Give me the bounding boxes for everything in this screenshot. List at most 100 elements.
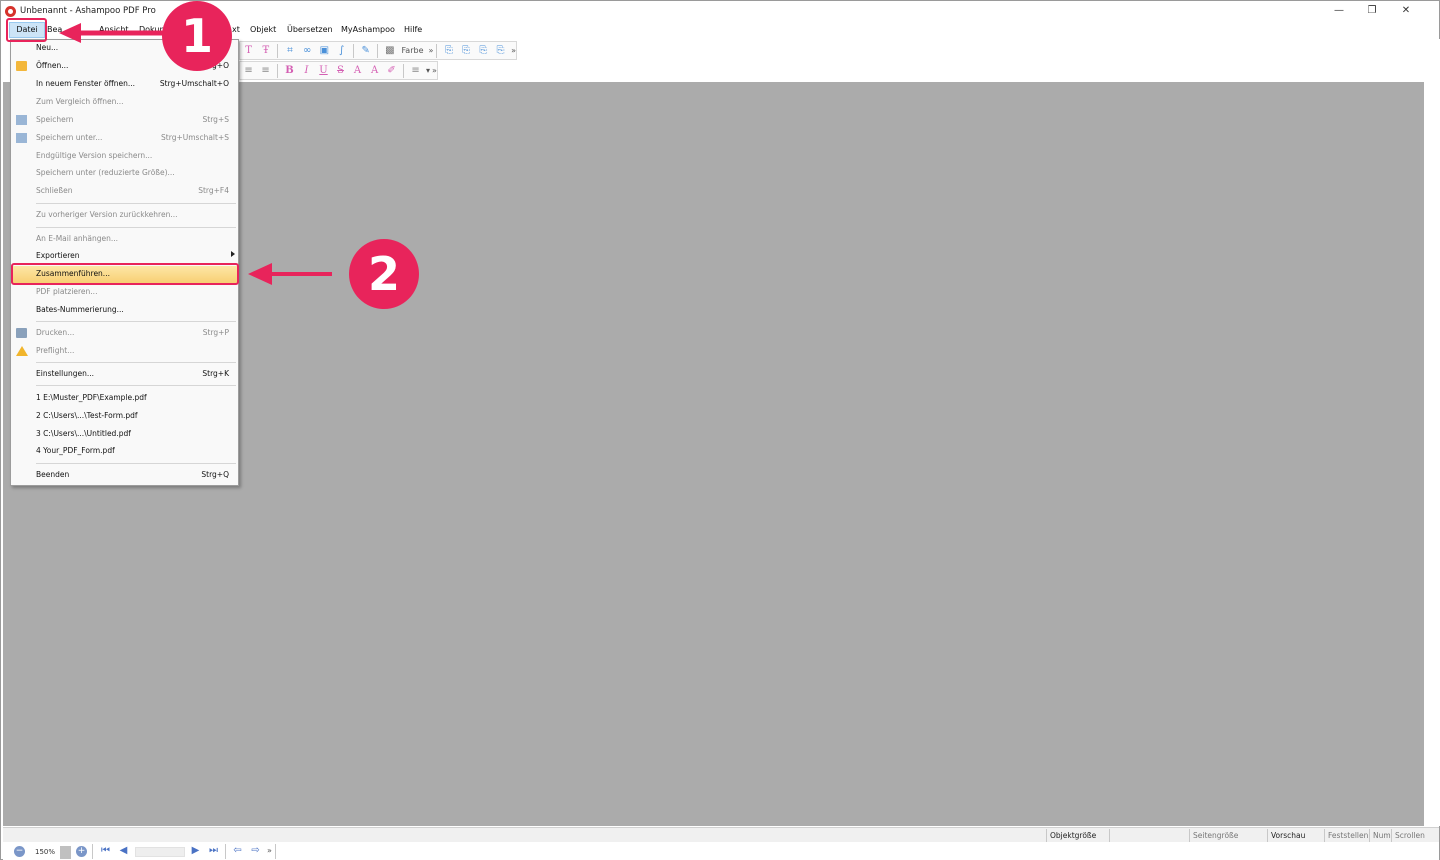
app-window: Unbenannt - Ashampoo PDF Pro — ❐ ✕ Datei…	[0, 0, 1440, 860]
menu-item-einstellungen[interactable]: Einstellungen... Strg+K	[11, 366, 238, 383]
zoom-in-icon[interactable]: +	[76, 846, 87, 857]
menu-separator	[36, 321, 236, 322]
bold-icon[interactable]: B	[283, 64, 296, 78]
menu-uebersetzen[interactable]: Übersetzen	[287, 24, 333, 36]
status-objektgroesse: Objektgröße	[1046, 829, 1109, 842]
menu-item-label: 1 E:\Muster_PDF\Example.pdf	[36, 393, 147, 402]
zoom-out-icon[interactable]: −	[14, 846, 25, 857]
navigation-bar: − 150% + ⏮ ◀ ▶ ⏭ ⇦ ⇨ »	[3, 842, 1439, 860]
menu-myashampoo[interactable]: MyAshampoo	[341, 24, 395, 36]
save-icon	[16, 115, 27, 125]
menu-item-recent-4[interactable]: 4 Your_PDF_Form.pdf	[11, 443, 238, 460]
close-button[interactable]: ✕	[1395, 4, 1417, 18]
submenu-arrow-icon	[231, 251, 235, 257]
line-spacing-icon[interactable]: ≡	[409, 64, 422, 78]
toolbar-separator	[403, 63, 405, 78]
menu-separator	[36, 203, 236, 204]
menu-item-beenden[interactable]: Beenden Strg+Q	[11, 467, 238, 484]
status-vorschau: Vorschau	[1267, 829, 1324, 842]
forward-view-icon[interactable]: ⇨	[250, 845, 261, 856]
menu-text[interactable]: xt	[232, 24, 240, 36]
menu-item-schliessen[interactable]: Schließen Strg+F4	[11, 183, 238, 200]
signature-icon[interactable]: ∫	[335, 44, 348, 58]
menu-item-label: Speichern unter...	[36, 133, 103, 142]
prev-page-icon[interactable]: ◀	[118, 845, 129, 856]
menu-item-vorherige-version[interactable]: Zu vorheriger Version zurückkehren...	[11, 207, 238, 224]
subscript-icon[interactable]: A	[368, 64, 381, 78]
toolbar-separator	[353, 43, 355, 58]
underline-icon[interactable]: U	[317, 64, 330, 78]
toolbar-more-icon[interactable]: »	[511, 46, 516, 55]
italic-icon[interactable]: I	[300, 64, 313, 78]
arrow-step1-icon	[59, 23, 169, 43]
color-swatch-icon[interactable]: ▩	[383, 44, 396, 58]
page-number-input[interactable]	[135, 847, 185, 857]
menu-item-label: Öffnen...	[36, 61, 69, 70]
page-extract-icon[interactable]: ⎘	[460, 44, 473, 58]
restore-button[interactable]: ❐	[1361, 4, 1383, 18]
menu-item-shortcut: Strg+P	[202, 328, 229, 337]
toolbar-more-icon[interactable]: »	[429, 46, 434, 55]
text-insert-icon[interactable]: T	[242, 44, 255, 58]
menu-item-label: An E-Mail anhängen...	[36, 234, 119, 243]
menu-item-preflight[interactable]: Preflight...	[11, 343, 238, 360]
menu-hilfe[interactable]: Hilfe	[404, 24, 422, 36]
folder-icon	[16, 61, 27, 71]
menu-item-shortcut: Strg+K	[202, 369, 229, 378]
menu-item-drucken[interactable]: Drucken... Strg+P	[11, 325, 238, 342]
farbe-button[interactable]: Farbe	[401, 46, 423, 55]
toolbar: T Ŧ ⌗ ∞ ▣ ∫ ✎ ▩ Farbe » ⎘ ⎘ ⎘ ⎘ » ≡ ≡ B …	[239, 40, 529, 82]
menu-objekt[interactable]: Objekt	[250, 24, 276, 36]
page-move-icon[interactable]: ⎘	[477, 44, 490, 58]
next-page-icon[interactable]: ▶	[190, 845, 201, 856]
page-delete-icon[interactable]: ⎘	[494, 44, 507, 58]
highlight-icon[interactable]: ✐	[385, 64, 398, 78]
menu-item-speichern-unter[interactable]: Speichern unter... Strg+Umschalt+S	[11, 130, 238, 147]
menu-item-label: 2 C:\Users\...\Test-Form.pdf	[36, 411, 138, 420]
status-bar: Objektgröße Seitengröße Vorschau Festste…	[3, 827, 1439, 842]
first-page-icon[interactable]: ⏮	[100, 845, 111, 856]
status-empty	[1109, 829, 1189, 842]
menu-item-label: 4 Your_PDF_Form.pdf	[36, 446, 115, 455]
crop-icon[interactable]: ⌗	[283, 44, 296, 58]
align-justify-icon[interactable]: ≡	[259, 64, 272, 78]
menu-item-shortcut: Strg+F4	[198, 186, 229, 195]
zoom-level[interactable]: 150%	[31, 847, 59, 858]
last-page-icon[interactable]: ⏭	[208, 845, 219, 856]
menu-item-endgueltige-version[interactable]: Endgültige Version speichern...	[11, 148, 238, 165]
menu-item-speichern[interactable]: Speichern Strg+S	[11, 112, 238, 129]
menu-item-recent-3[interactable]: 3 C:\Users\...\Untitled.pdf	[11, 426, 238, 443]
status-num: Num	[1369, 829, 1391, 842]
menu-item-recent-1[interactable]: 1 E:\Muster_PDF\Example.pdf	[11, 390, 238, 407]
nav-separator	[225, 844, 226, 859]
back-view-icon[interactable]: ⇦	[232, 845, 243, 856]
menu-item-vergleich[interactable]: Zum Vergleich öffnen...	[11, 94, 238, 111]
toolbar-more-icon[interactable]: »	[432, 66, 437, 75]
menu-item-label: Speichern unter (reduzierte Größe)...	[36, 168, 175, 177]
scrollbar-track[interactable]	[1424, 39, 1440, 826]
align-left-icon[interactable]: ≡	[242, 64, 255, 78]
color-picker-icon[interactable]: ✎	[359, 44, 372, 58]
status-seitengroesse: Seitengröße	[1189, 829, 1267, 842]
menu-item-reduzierte-groesse[interactable]: Speichern unter (reduzierte Größe)...	[11, 165, 238, 182]
menu-item-bates[interactable]: Bates-Nummerierung...	[11, 302, 238, 319]
image-select-icon[interactable]: ▣	[318, 44, 331, 58]
page-insert-icon[interactable]: ⎘	[442, 44, 455, 58]
menu-item-neues-fenster[interactable]: In neuem Fenster öffnen... Strg+Umschalt…	[11, 76, 238, 93]
step-1-badge: 1	[162, 1, 232, 71]
text-edit-icon[interactable]: Ŧ	[259, 44, 272, 58]
nav-more-icon[interactable]: »	[264, 845, 275, 856]
strikethrough-icon[interactable]: S	[334, 64, 347, 78]
link-icon[interactable]: ∞	[301, 44, 314, 58]
minimize-button[interactable]: —	[1328, 4, 1350, 18]
superscript-icon[interactable]: A	[351, 64, 364, 78]
menu-item-recent-2[interactable]: 2 C:\Users\...\Test-Form.pdf	[11, 408, 238, 425]
menu-item-pdf-platzieren[interactable]: PDF platzieren...	[11, 284, 238, 301]
window-title: Unbenannt - Ashampoo PDF Pro	[20, 6, 156, 16]
line-spacing-dropdown-icon[interactable]: ▾	[426, 66, 430, 75]
menu-item-email[interactable]: An E-Mail anhängen...	[11, 231, 238, 248]
zoom-slider[interactable]	[60, 846, 71, 859]
status-scrollen: Scrollen	[1391, 829, 1437, 842]
menu-item-shortcut: Strg+S	[202, 115, 229, 124]
highlight-box-zusammenfuehren	[11, 263, 239, 285]
